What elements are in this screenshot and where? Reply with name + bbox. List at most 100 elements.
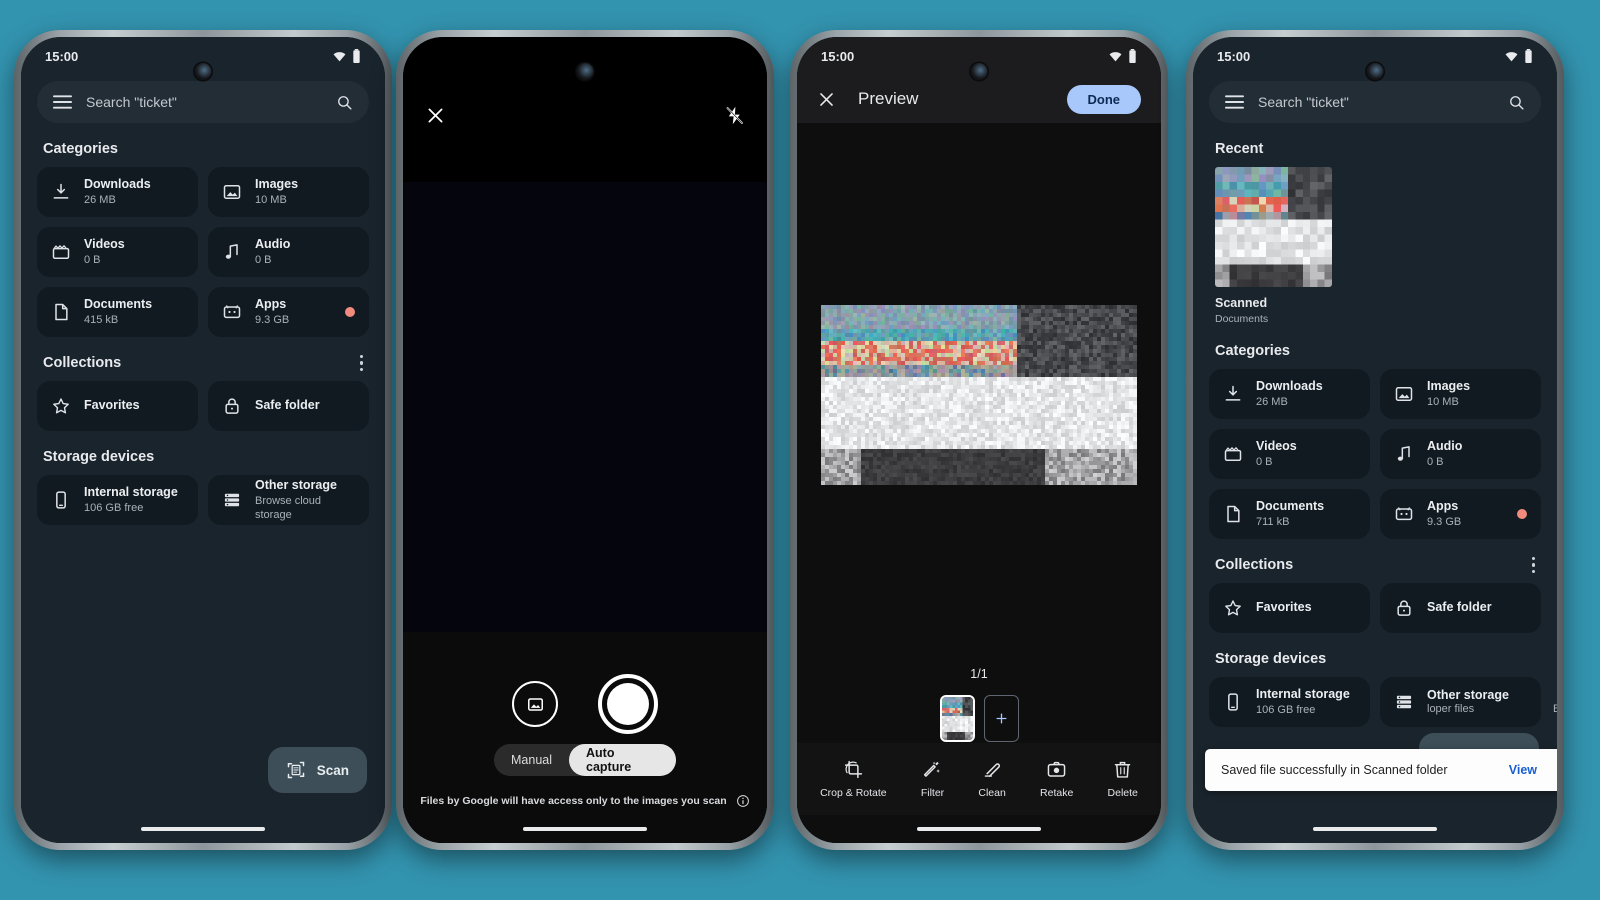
recent-item[interactable]: Scanned Documents bbox=[1215, 167, 1557, 325]
clean-icon bbox=[984, 763, 1000, 778]
camera-viewfinder[interactable] bbox=[403, 182, 767, 632]
mode-manual[interactable]: Manual bbox=[494, 744, 569, 776]
close-icon[interactable] bbox=[817, 90, 836, 109]
flash-off-icon[interactable] bbox=[724, 105, 745, 126]
category-tile-documents[interactable]: Documents 415 kB bbox=[37, 287, 198, 337]
document-icon bbox=[55, 303, 68, 321]
collections-heading: Collections bbox=[43, 355, 122, 371]
tool-delete[interactable]: Delete bbox=[1108, 759, 1138, 799]
shutter-button[interactable] bbox=[598, 674, 658, 734]
camera-controls: Manual Auto capture Files by Google will… bbox=[403, 632, 767, 843]
tile-label: Downloads bbox=[84, 177, 151, 192]
phone-icon bbox=[56, 491, 66, 509]
overflow-menu-icon[interactable] bbox=[359, 355, 363, 371]
storage-tile-other[interactable]: Other storage loper files Bro bbox=[1380, 677, 1557, 727]
categories-heading: Categories bbox=[43, 141, 118, 157]
search-icon[interactable] bbox=[336, 94, 353, 111]
page-thumbnail[interactable] bbox=[939, 695, 975, 742]
screenshot-stage: 15:00 Search "ticket" Categories Downloa… bbox=[0, 0, 1600, 900]
battery-icon bbox=[353, 49, 360, 63]
search-bar[interactable]: Search "ticket" bbox=[37, 81, 369, 123]
tool-label: Delete bbox=[1107, 787, 1138, 799]
tile-size: 711 kB bbox=[1256, 515, 1290, 528]
camera-punch-hole bbox=[576, 63, 594, 80]
category-tile-audio[interactable]: Audio 0 B bbox=[1380, 429, 1541, 479]
star-icon bbox=[53, 398, 69, 414]
tool-label: Clean bbox=[978, 787, 1006, 799]
info-icon[interactable] bbox=[736, 794, 750, 808]
hamburger-menu-icon[interactable] bbox=[1225, 95, 1244, 109]
categories-grid: Downloads 26 MB Images 10 MB Videos 0 B Aud… bbox=[21, 167, 385, 337]
category-tile-apps[interactable]: Apps 9.3 GB bbox=[208, 287, 369, 337]
status-badge bbox=[1517, 509, 1527, 519]
category-tile-documents[interactable]: Documents 711 kB bbox=[1209, 489, 1370, 539]
snackbar: Saved file successfully in Scanned folde… bbox=[1205, 749, 1557, 791]
camera-top-bar bbox=[403, 95, 767, 135]
tile-label: Favorites bbox=[1256, 600, 1312, 615]
audio-icon bbox=[225, 244, 238, 259]
apps-icon bbox=[223, 305, 241, 319]
document-icon bbox=[1227, 505, 1240, 523]
category-tile-images[interactable]: Images 10 MB bbox=[1380, 369, 1541, 419]
filter-icon bbox=[923, 761, 940, 777]
recent-item-name: Scanned bbox=[1215, 296, 1268, 310]
collections-grid: Favorites Safe folder bbox=[1193, 583, 1557, 633]
hamburger-menu-icon[interactable] bbox=[53, 95, 72, 109]
tile-size: 9.3 GB bbox=[1427, 515, 1462, 528]
storage-tile-internal[interactable]: Internal storage 106 GB free bbox=[1209, 677, 1370, 727]
add-page-button[interactable] bbox=[983, 695, 1019, 742]
tile-label: Safe folder bbox=[1427, 600, 1492, 615]
category-tile-videos[interactable]: Videos 0 B bbox=[1209, 429, 1370, 479]
category-tile-audio[interactable]: Audio 0 B bbox=[208, 227, 369, 277]
storage-tile-other[interactable]: Other storage Browse cloud storage bbox=[208, 475, 369, 525]
phone-3-scan-preview: 15:00 Preview Done 1/1 Crop & Rotate Fil… bbox=[790, 30, 1168, 850]
capture-mode-toggle[interactable]: Manual Auto capture bbox=[494, 744, 676, 776]
server-icon bbox=[224, 493, 240, 507]
tile-size: 415 kB bbox=[84, 313, 119, 326]
tool-crop-rotate[interactable]: Crop & Rotate bbox=[820, 759, 887, 799]
tile-sub-fragment-b: Bro bbox=[1553, 703, 1557, 716]
tool-filter[interactable]: Filter bbox=[921, 759, 944, 799]
recent-thumbnail[interactable] bbox=[1215, 167, 1332, 287]
tool-clean[interactable]: Clean bbox=[978, 759, 1006, 799]
tile-label: Images bbox=[1427, 379, 1471, 394]
audio-icon bbox=[1397, 446, 1410, 461]
snackbar-view-action[interactable]: View bbox=[1509, 763, 1537, 777]
collection-tile-safe-folder[interactable]: Safe folder bbox=[1380, 583, 1541, 633]
tile-label: Documents bbox=[84, 297, 153, 312]
collection-tile-favorites[interactable]: Favorites bbox=[37, 381, 198, 431]
category-tile-downloads[interactable]: Downloads 26 MB bbox=[37, 167, 198, 217]
tool-label: Crop & Rotate bbox=[820, 787, 887, 799]
category-tile-images[interactable]: Images 10 MB bbox=[208, 167, 369, 217]
gallery-picker-button[interactable] bbox=[512, 681, 558, 727]
collection-tile-safe-folder[interactable]: Safe folder bbox=[208, 381, 369, 431]
overflow-menu-icon[interactable] bbox=[1531, 557, 1535, 573]
camera-punch-hole bbox=[1366, 63, 1384, 80]
phone-1-files-home: 15:00 Search "ticket" Categories Downloa… bbox=[14, 30, 392, 850]
tile-label: Favorites bbox=[84, 398, 140, 413]
close-icon[interactable] bbox=[425, 105, 446, 126]
scanned-page-image[interactable] bbox=[821, 305, 1137, 485]
tile-label: Internal storage bbox=[1256, 687, 1350, 702]
search-icon[interactable] bbox=[1508, 94, 1525, 111]
search-bar[interactable]: Search "ticket" bbox=[1209, 81, 1541, 123]
tool-retake[interactable]: Retake bbox=[1040, 759, 1073, 799]
crop-rotate-icon bbox=[844, 760, 862, 779]
image-icon bbox=[1395, 387, 1413, 401]
status-time: 15:00 bbox=[821, 48, 855, 64]
lock-icon bbox=[225, 398, 239, 414]
category-tile-videos[interactable]: Videos 0 B bbox=[37, 227, 198, 277]
mode-auto-capture[interactable]: Auto capture bbox=[569, 744, 676, 776]
tile-sub: 106 GB free bbox=[84, 501, 144, 514]
camera-icon bbox=[1047, 761, 1066, 777]
category-tile-apps[interactable]: Apps 9.3 GB bbox=[1380, 489, 1541, 539]
search-input[interactable]: Search "ticket" bbox=[1258, 94, 1494, 110]
snackbar-message: Saved file successfully in Scanned folde… bbox=[1221, 763, 1448, 777]
collection-tile-favorites[interactable]: Favorites bbox=[1209, 583, 1370, 633]
storage-tile-internal[interactable]: Internal storage 106 GB free bbox=[37, 475, 198, 525]
done-button[interactable]: Done bbox=[1066, 84, 1141, 114]
search-input[interactable]: Search "ticket" bbox=[86, 94, 322, 110]
category-tile-downloads[interactable]: Downloads 26 MB bbox=[1209, 369, 1370, 419]
scan-fab[interactable]: Scan bbox=[267, 747, 367, 793]
preview-canvas[interactable] bbox=[797, 145, 1161, 645]
